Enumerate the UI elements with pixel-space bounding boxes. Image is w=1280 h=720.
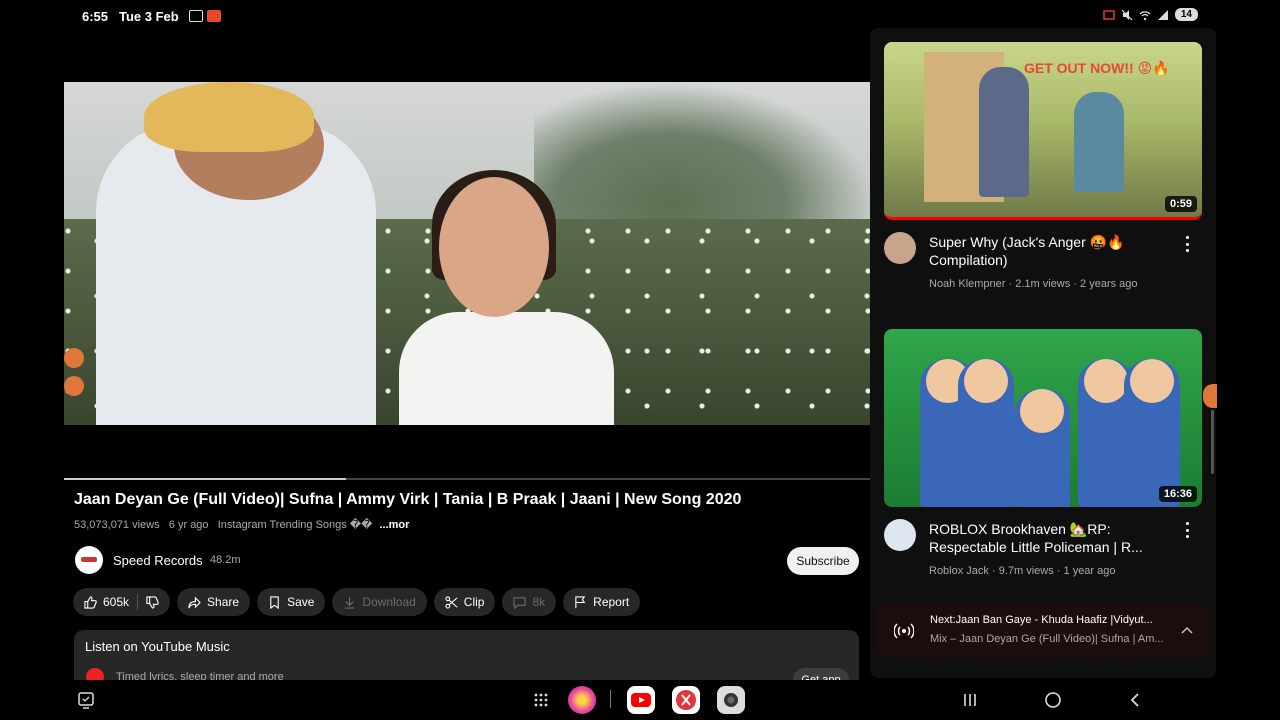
dock-divider bbox=[610, 690, 611, 708]
thumbs-down-icon[interactable] bbox=[146, 595, 159, 609]
video-duration: 0:59 bbox=[1164, 196, 1197, 212]
channel-avatar[interactable] bbox=[884, 519, 916, 551]
video-title: Jaan Deyan Ge (Full Video)| Sufna | Ammy… bbox=[74, 491, 742, 508]
app-drawer-icon[interactable] bbox=[527, 686, 555, 714]
video-player[interactable] bbox=[64, 82, 870, 425]
scrollbar[interactable] bbox=[1211, 410, 1214, 474]
download-label: Download bbox=[362, 595, 416, 609]
status-time: 6:55 bbox=[82, 9, 109, 24]
back-icon[interactable] bbox=[1121, 686, 1149, 714]
share-button[interactable]: Share bbox=[177, 588, 251, 616]
cast-icon bbox=[1103, 9, 1115, 20]
recommendation-thumbnail[interactable]: GET OUT NOW!! 😡🔥 0:59 bbox=[884, 42, 1202, 220]
get-app-button[interactable]: Get app bbox=[793, 668, 849, 680]
video-frame-turban bbox=[144, 82, 314, 152]
channel-name[interactable]: Speed Records bbox=[113, 553, 203, 568]
recommendation-meta: Noah Klempner · 2.1m views · 2 years ago bbox=[929, 278, 1138, 290]
recommendation-thumbnail[interactable]: 16:36 bbox=[884, 329, 1202, 507]
flag-icon bbox=[575, 595, 586, 608]
report-button[interactable]: Report bbox=[563, 588, 641, 616]
download-button[interactable]: Download bbox=[332, 588, 427, 616]
channel-avatar[interactable] bbox=[884, 232, 916, 264]
video-duration: 16:36 bbox=[1158, 486, 1197, 502]
video-meta[interactable]: 53,073,071 views 6 yr ago Instagram Tren… bbox=[74, 518, 409, 531]
more-options-icon[interactable] bbox=[1181, 236, 1193, 252]
recommendation-age: 1 year ago bbox=[1063, 565, 1116, 577]
subscribe-button[interactable]: Subscribe bbox=[787, 547, 859, 575]
blossom-app-icon[interactable] bbox=[568, 686, 596, 714]
thumbnail-character-friend bbox=[1074, 92, 1124, 192]
recommendation-title[interactable]: Super Why (Jack's Anger 🤬🔥 Compilation) bbox=[929, 233, 1169, 269]
more-link[interactable]: ...mor bbox=[379, 519, 409, 531]
status-date: Tue 3 Feb bbox=[119, 9, 179, 24]
like-divider bbox=[137, 594, 139, 610]
screen-record-icon bbox=[207, 10, 221, 22]
navigation-bar bbox=[0, 680, 1280, 720]
channel-avatar[interactable] bbox=[75, 546, 103, 574]
video-frame-woman bbox=[399, 312, 614, 425]
recommendation-age: 2 years ago bbox=[1080, 278, 1138, 290]
recommendation-channel: Roblox Jack bbox=[929, 565, 989, 577]
clip-button[interactable]: Clip bbox=[433, 588, 496, 616]
camera-app-icon[interactable] bbox=[717, 686, 745, 714]
save-button[interactable]: Save bbox=[257, 588, 326, 616]
more-options-icon[interactable] bbox=[1181, 522, 1193, 538]
recommendation-channel: Noah Klempner bbox=[929, 278, 1006, 290]
download-icon bbox=[345, 596, 355, 609]
bookmark-icon bbox=[270, 595, 279, 609]
comment-icon bbox=[513, 596, 527, 609]
recommendation-meta: Roblox Jack · 9.7m views · 1 year ago bbox=[929, 565, 1116, 577]
recommendation-views: 9.7m views bbox=[998, 565, 1054, 577]
thumbnail-policeman bbox=[1124, 359, 1180, 507]
like-dislike-group: 605k bbox=[73, 588, 171, 616]
next-up-bar[interactable]: Next:Jaan Ban Gaye - Khuda Haafiz |Vidyu… bbox=[877, 604, 1209, 658]
thumbnail-policeman-center bbox=[1014, 389, 1070, 507]
wifi-icon bbox=[1139, 10, 1151, 20]
next-up-playlist: Mix – Jaan Deyan Ge (Full Video)| Sufna … bbox=[930, 633, 1164, 645]
report-label: Report bbox=[593, 595, 630, 609]
screen-capture-icon[interactable] bbox=[72, 686, 100, 714]
youtube-app-icon[interactable] bbox=[627, 686, 655, 714]
progress-bar-fill bbox=[64, 478, 347, 480]
radio-mix-icon bbox=[894, 623, 914, 639]
signal-icon bbox=[1157, 9, 1168, 20]
view-count: 53,073,071 views bbox=[74, 519, 160, 531]
kinemaster-app-icon[interactable] bbox=[672, 686, 700, 714]
recommendation-views: 2.1m views bbox=[1015, 278, 1071, 290]
comment-count: 8k bbox=[532, 595, 546, 609]
home-icon[interactable] bbox=[1039, 686, 1067, 714]
record-floating-icon[interactable] bbox=[64, 376, 84, 396]
progress-bar[interactable] bbox=[64, 478, 870, 480]
scissors-icon bbox=[445, 595, 458, 609]
recommendation-title[interactable]: ROBLOX Brookhaven 🏡RP: Respectable Littl… bbox=[929, 520, 1169, 556]
youtube-music-card[interactable]: Listen on YouTube Music Timed lyrics, sl… bbox=[74, 630, 859, 680]
upload-age: 6 yr ago bbox=[168, 519, 209, 531]
save-label: Save bbox=[287, 595, 315, 609]
edge-panel-handle[interactable] bbox=[1203, 384, 1217, 408]
video-frame-woman-face bbox=[439, 177, 549, 317]
cast-icon bbox=[189, 10, 203, 22]
thumbnail-character-jack bbox=[979, 67, 1029, 197]
thumbnail-caption: GET OUT NOW!! 😡🔥 bbox=[1024, 60, 1170, 76]
clip-label: Clip bbox=[463, 595, 485, 609]
action-bar: 605k Share Save Download Clip 8k Report bbox=[73, 588, 641, 616]
chevron-up-icon[interactable] bbox=[1180, 624, 1194, 638]
mute-icon bbox=[1121, 9, 1133, 20]
thumbs-up-icon[interactable] bbox=[84, 595, 97, 609]
next-up-title: Next:Jaan Ban Gaye - Khuda Haafiz |Vidyu… bbox=[930, 614, 1153, 626]
recent-apps-icon[interactable] bbox=[956, 686, 984, 714]
share-icon bbox=[188, 596, 201, 608]
share-label: Share bbox=[207, 595, 240, 609]
battery-indicator: 14 bbox=[1174, 8, 1198, 21]
status-icons: 14 bbox=[1103, 8, 1198, 21]
youtube-music-icon bbox=[86, 668, 104, 680]
edit-floating-icon[interactable] bbox=[64, 348, 84, 368]
comments-button[interactable]: 8k bbox=[502, 588, 557, 616]
video-tags: Instagram Trending Songs �� bbox=[217, 519, 373, 531]
subscriber-count: 48.2m bbox=[210, 554, 241, 566]
youtube-music-title: Listen on YouTube Music bbox=[85, 639, 230, 654]
youtube-music-subtitle: Timed lyrics, sleep timer and more bbox=[116, 671, 284, 680]
like-count[interactable]: 605k bbox=[103, 595, 129, 609]
thumbnail-policeman bbox=[958, 359, 1014, 507]
